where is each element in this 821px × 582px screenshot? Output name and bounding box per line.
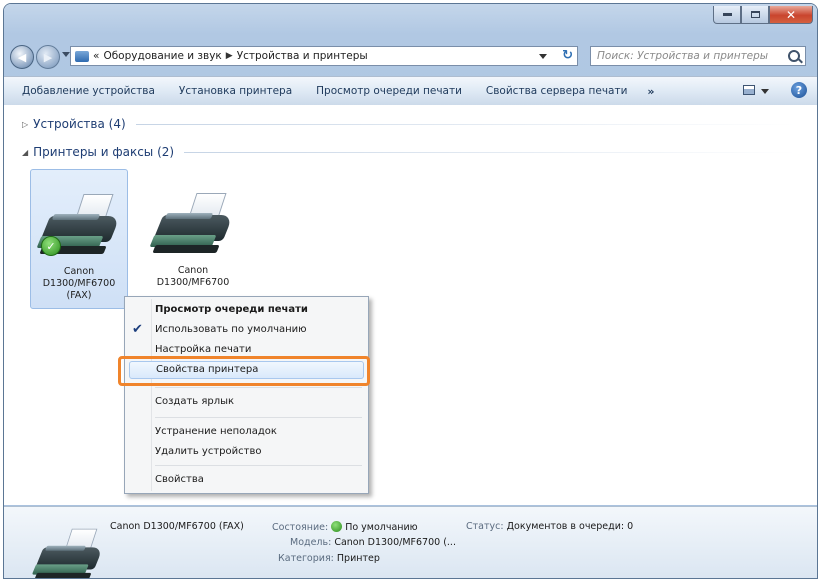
collapsed-arrow-icon[interactable]: ▷ [22, 120, 28, 129]
model-value: Canon D1300/MF6700 (... [334, 537, 456, 548]
menu-item-set-as-default[interactable]: Использовать по умолчанию [155, 321, 362, 339]
printer-icon [149, 191, 234, 261]
address-dropdown-button[interactable] [539, 54, 547, 59]
maximize-icon [750, 11, 760, 18]
model-label: Модель: [290, 537, 332, 548]
control-panel-icon [75, 50, 89, 62]
details-category: Категория: Принтер [278, 553, 380, 564]
maximize-button[interactable] [741, 6, 769, 24]
details-state: Состояние: По умолчанию [272, 521, 418, 533]
group-divider [184, 151, 797, 153]
menu-separator [155, 465, 362, 466]
search-icon[interactable] [788, 50, 800, 62]
category-value: Принтер [336, 553, 380, 564]
group-divider [135, 123, 797, 125]
window-caption-buttons: ✕ [713, 6, 813, 24]
device-item-canon[interactable]: Canon D1300/MF6700 [144, 169, 242, 309]
checkmark-icon: ✔ [132, 322, 143, 337]
command-bar: Добавление устройства Установка принтера… [4, 76, 817, 106]
device-name-line: (FAX) [66, 290, 92, 301]
context-menu: Просмотр очереди печати ✔ Использовать п… [124, 296, 369, 494]
state-value: По умолчанию [345, 522, 418, 533]
device-label: Canon D1300/MF6700 [144, 265, 242, 289]
breadcrumb-hardware-and-sound[interactable]: Оборудование и звук [103, 50, 221, 62]
details-status: Статус: Документов в очереди: 0 [466, 521, 633, 532]
device-name-line: D1300/MF6700 [156, 277, 230, 288]
menu-separator [155, 387, 362, 388]
details-pane: Canon D1300/MF6700 (FAX) Состояние: По у… [4, 506, 817, 578]
group-title-printers[interactable]: Принтеры и факсы (2) [33, 145, 174, 159]
recent-pages-dropdown[interactable] [62, 52, 70, 57]
install-printer-button[interactable]: Установка принтера [167, 85, 304, 97]
menu-item-view-print-queue[interactable]: Просмотр очереди печати [155, 301, 362, 319]
device-item-canon-fax[interactable]: ✓ Canon D1300/MF6700 (FAX) [30, 169, 128, 309]
search-placeholder: Поиск: Устройства и принтеры [597, 50, 769, 62]
change-view-icon[interactable] [743, 85, 755, 95]
minimize-icon [722, 13, 732, 16]
category-label: Категория: [278, 553, 334, 564]
device-label: Canon D1300/MF6700 (FAX) [31, 266, 127, 302]
more-commands-button[interactable]: » [639, 85, 662, 98]
device-name-line: Canon [177, 265, 209, 276]
add-device-button[interactable]: Добавление устройства [4, 85, 167, 97]
menu-separator [155, 417, 362, 418]
state-label: Состояние: [272, 522, 329, 533]
device-name-line: Canon [63, 266, 95, 277]
address-bar[interactable]: « Оборудование и звук ▶ Устройства и при… [70, 46, 578, 66]
details-device-name: Canon D1300/MF6700 (FAX) [110, 521, 244, 532]
back-arrow-icon: ◀ [17, 50, 27, 64]
details-printer-icon [31, 527, 104, 578]
breadcrumb-separator-icon[interactable]: ▶ [226, 51, 233, 61]
close-icon: ✕ [785, 7, 797, 22]
status-value: Документов в очереди: 0 [506, 521, 634, 532]
print-server-properties-button[interactable]: Свойства сервера печати [474, 85, 640, 97]
printer-icon: ✓ [36, 192, 121, 262]
close-button[interactable]: ✕ [769, 6, 813, 24]
search-input[interactable]: Поиск: Устройства и принтеры [590, 46, 806, 66]
default-printer-checkmark-icon: ✓ [41, 236, 61, 256]
menu-item-troubleshoot[interactable]: Устранение неполадок [155, 423, 362, 441]
help-icon[interactable]: ? [791, 82, 807, 98]
group-title-devices[interactable]: Устройства (4) [33, 117, 125, 131]
minimize-button[interactable] [713, 6, 741, 24]
menu-item-create-shortcut[interactable]: Создать ярлык [155, 393, 362, 411]
menu-item-remove-device[interactable]: Удалить устройство [155, 443, 362, 461]
navigation-row: ◀ ▶ « Оборудование и звук ▶ Устройства и… [4, 44, 817, 72]
forward-button[interactable]: ▶ [36, 45, 60, 69]
default-status-check-icon [331, 521, 343, 532]
forward-arrow-icon: ▶ [43, 50, 53, 64]
view-print-queue-button[interactable]: Просмотр очереди печати [304, 85, 474, 97]
menu-item-properties[interactable]: Свойства [155, 471, 362, 489]
group-header-devices[interactable]: ▷ Устройства (4) [22, 117, 797, 131]
group-header-printers[interactable]: ◢ Принтеры и факсы (2) [22, 145, 797, 159]
status-label: Статус: [466, 521, 504, 532]
expanded-arrow-icon[interactable]: ◢ [22, 148, 28, 157]
device-name-line: D1300/MF6700 [42, 278, 116, 289]
address-overflow-chevron[interactable]: « [93, 50, 99, 62]
highlight-callout-frame [118, 356, 370, 386]
back-button[interactable]: ◀ [10, 45, 34, 69]
refresh-icon[interactable]: ↻ [562, 48, 573, 63]
details-model: Модель: Canon D1300/MF6700 (... [290, 537, 456, 548]
view-options-dropdown[interactable] [761, 89, 769, 94]
breadcrumb-devices-and-printers[interactable]: Устройства и принтеры [237, 50, 368, 62]
